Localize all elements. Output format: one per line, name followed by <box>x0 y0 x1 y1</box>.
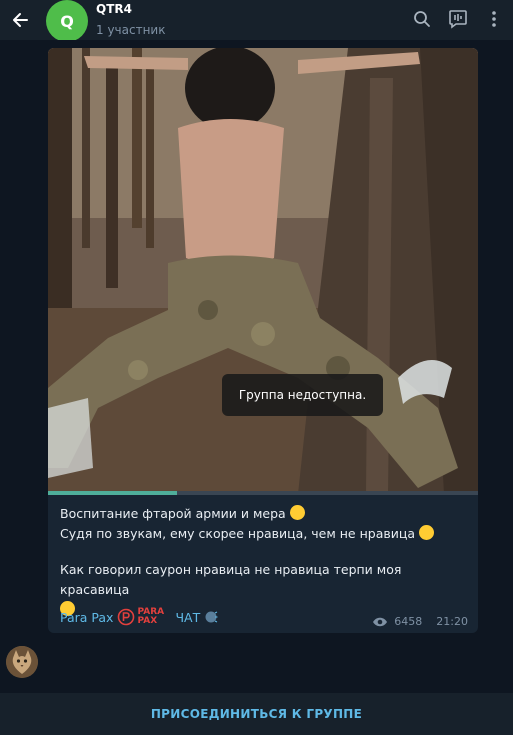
group-unavailable-toast: Группа недоступна. <box>222 374 383 416</box>
laughing-face-icon <box>419 525 435 540</box>
arrow-left-icon <box>13 13 28 27</box>
message-signature: Para Pax PARA PAX ЧАТ <box>60 608 218 626</box>
more-vertical-icon <box>492 11 496 27</box>
video-progress-fill <box>48 491 177 495</box>
cat-avatar-image <box>6 646 38 678</box>
speaking-head-icon <box>205 611 218 623</box>
member-count: 1 участник <box>96 23 166 37</box>
chat-title: QTR4 <box>96 2 132 16</box>
video-progress-bar[interactable] <box>48 491 478 495</box>
join-group-button[interactable]: ПРИСОЕДИНИТЬСЯ К ГРУППЕ <box>151 707 362 721</box>
para-pax-logo-text: PARA PAX <box>137 607 165 626</box>
video-preview[interactable]: Группа недоступна. <box>48 48 478 494</box>
header-actions <box>411 8 505 30</box>
message-meta: 6458 21:20 <box>372 615 468 628</box>
chat-link[interactable]: ЧАТ <box>175 610 200 625</box>
more-menu-button[interactable] <box>483 8 505 30</box>
smiling-face-icon <box>289 505 305 520</box>
view-count: 6458 <box>394 615 423 628</box>
signature-link[interactable]: Para Pax <box>60 610 113 625</box>
video-frame-image <box>48 48 478 494</box>
search-button[interactable] <box>411 8 433 30</box>
message-line-2: Судя по звукам, ему скорее нравица, чем … <box>60 524 470 544</box>
message-text: Воспитание фтарой армии и мера Судя по з… <box>60 504 470 620</box>
chat-header: Q QTR4 1 участник <box>0 0 513 42</box>
voice-chat-icon <box>449 10 467 29</box>
back-button[interactable] <box>0 0 40 40</box>
group-avatar[interactable]: Q <box>46 0 88 42</box>
search-icon <box>414 11 430 27</box>
message-line-3: Как говорил саурон нравица не нравица те… <box>60 562 402 597</box>
message-time: 21:20 <box>436 615 468 628</box>
message-line-1: Воспитание фтарой армии и мера <box>60 504 470 524</box>
chat-title-block[interactable]: QTR4 1 участник <box>96 2 165 37</box>
para-pax-logo-icon <box>118 608 135 626</box>
eye-icon <box>373 617 388 626</box>
group-avatar-letter: Q <box>60 11 74 31</box>
voice-chat-button[interactable] <box>447 8 469 30</box>
para-pax-logo[interactable]: PARA PAX <box>117 608 171 626</box>
sender-avatar[interactable] <box>6 646 38 678</box>
join-bar: ПРИСОЕДИНИТЬСЯ К ГРУППЕ <box>0 693 513 735</box>
channel-message: Группа недоступна. Воспитание фтарой арм… <box>48 48 478 633</box>
